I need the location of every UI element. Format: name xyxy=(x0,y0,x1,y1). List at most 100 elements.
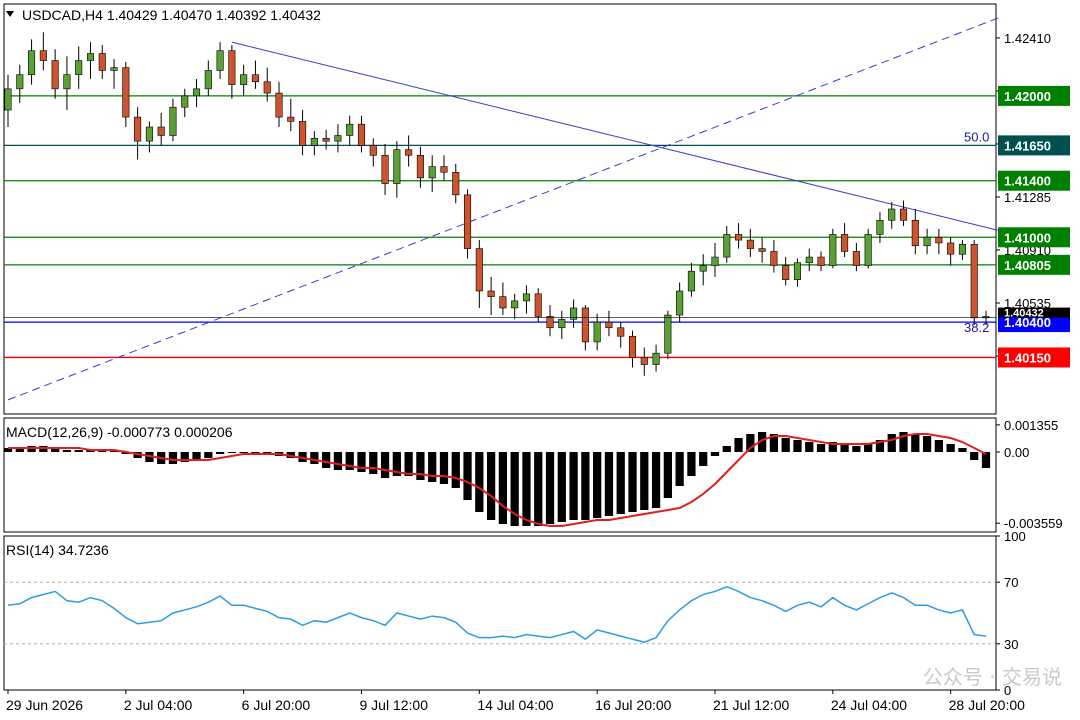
candle-body xyxy=(841,234,849,252)
candle-body xyxy=(723,234,731,258)
time-tick-label: 29 Jun 2026 xyxy=(6,697,83,713)
macd-histogram-bar xyxy=(168,452,178,464)
candle-body xyxy=(888,208,896,221)
candle-body xyxy=(75,60,83,75)
macd-histogram-bar xyxy=(74,450,83,452)
macd-histogram-bar xyxy=(816,444,826,452)
candle-body xyxy=(405,149,413,156)
time-tick-label: 2 Jul 04:00 xyxy=(124,697,193,713)
candle-body xyxy=(970,244,978,319)
candle-body xyxy=(4,88,12,111)
candle-body xyxy=(263,81,271,94)
candle-body xyxy=(770,251,778,266)
candle-body xyxy=(357,123,366,146)
macd-histogram-bar xyxy=(687,452,696,476)
candle-body xyxy=(546,316,554,329)
rsi-label: RSI(14) 34.7236 xyxy=(6,542,109,558)
candle-body xyxy=(393,149,401,184)
candle-body xyxy=(51,60,59,90)
time-tick-label: 9 Jul 12:00 xyxy=(359,697,428,713)
macd-histogram-bar xyxy=(805,442,814,452)
time-tick-label: 24 Jul 04:00 xyxy=(831,697,907,713)
macd-histogram-bar xyxy=(534,452,543,526)
macd-histogram-bar xyxy=(463,452,472,500)
macd-histogram-bar xyxy=(310,452,319,464)
rsi-tick-label: 100 xyxy=(1004,529,1026,544)
macd-histogram-bar xyxy=(699,452,708,466)
candle-body xyxy=(558,318,566,329)
candle-body xyxy=(829,234,837,266)
macd-histogram-bar xyxy=(322,452,331,468)
macd-histogram-bar xyxy=(416,452,425,480)
candle-body xyxy=(322,138,330,142)
macd-histogram-bar xyxy=(369,452,378,474)
candle-body xyxy=(16,74,24,90)
candle-body xyxy=(216,50,224,71)
candle-body xyxy=(310,138,318,146)
macd-histogram-bar xyxy=(628,452,637,512)
candle-body xyxy=(687,270,695,292)
macd-histogram-bar xyxy=(958,448,967,452)
macd-histogram-bar xyxy=(204,452,213,458)
candle-body xyxy=(876,220,884,235)
candle-body xyxy=(369,145,377,156)
candle-body xyxy=(452,171,460,196)
time-tick-label: 16 Jul 20:00 xyxy=(595,697,671,713)
candle-body xyxy=(711,256,719,266)
candle-body xyxy=(617,327,625,337)
candle-body xyxy=(664,314,672,354)
candle-body xyxy=(240,74,248,85)
candle-body xyxy=(416,154,424,179)
level-badge-label: 1.40150 xyxy=(1004,350,1051,365)
candle-body xyxy=(464,194,472,249)
candle-body xyxy=(499,296,507,309)
rsi-tick-label: 30 xyxy=(1004,637,1018,652)
time-tick-label: 28 Jul 20:00 xyxy=(949,697,1025,713)
macd-histogram-bar xyxy=(781,438,790,452)
forex-chart: 1.424101.420351.416601.412851.409101.405… xyxy=(0,0,1080,720)
macd-histogram-bar xyxy=(840,444,849,452)
candle-body xyxy=(581,307,589,343)
candle-body xyxy=(899,208,908,221)
macd-histogram-bar xyxy=(62,450,72,452)
macd-label: MACD(12,26,9) -0.000773 0.000206 xyxy=(6,424,233,440)
price-tick-label: 1.42410 xyxy=(1004,31,1051,46)
candle-body xyxy=(864,234,872,266)
macd-histogram-bar xyxy=(333,452,343,470)
current-price-label: 1.40432 xyxy=(1004,308,1044,320)
macd-histogram-bar xyxy=(569,452,578,520)
macd-tick-label: 0.00 xyxy=(1004,445,1029,460)
candle-body xyxy=(805,256,813,264)
macd-histogram-bar xyxy=(557,452,566,522)
macd-histogram-bar xyxy=(498,452,508,524)
macd-histogram-bar xyxy=(475,452,484,512)
candle-body xyxy=(169,106,177,136)
macd-histogram-bar xyxy=(239,452,248,453)
macd-histogram-bar xyxy=(970,452,979,460)
candle-body xyxy=(63,74,71,90)
level-badge-label: 1.40805 xyxy=(1004,258,1051,273)
candle-body xyxy=(923,236,931,247)
macd-histogram-bar xyxy=(934,440,943,452)
macd-histogram-bar xyxy=(215,452,225,454)
candle-body xyxy=(534,293,542,317)
candle-body xyxy=(428,166,436,179)
candle-body xyxy=(511,300,519,309)
macd-histogram-bar xyxy=(981,452,991,468)
macd-histogram-bar xyxy=(710,452,720,456)
candle-body xyxy=(157,126,165,136)
macd-histogram-bar xyxy=(675,452,684,486)
candle-body xyxy=(947,242,955,255)
candle-body xyxy=(640,357,648,365)
candle-body xyxy=(746,239,754,249)
candle-body xyxy=(251,74,259,83)
macd-histogram-bar xyxy=(581,452,590,520)
candle-body xyxy=(110,67,118,71)
candle-body xyxy=(204,70,212,90)
time-tick-label: 21 Jul 12:00 xyxy=(713,697,789,713)
level-badge-label: 1.41400 xyxy=(1004,174,1051,189)
candle-body xyxy=(192,88,201,97)
candle-body xyxy=(346,123,354,136)
macd-histogram-bar xyxy=(380,452,390,478)
candle-body xyxy=(98,53,106,71)
